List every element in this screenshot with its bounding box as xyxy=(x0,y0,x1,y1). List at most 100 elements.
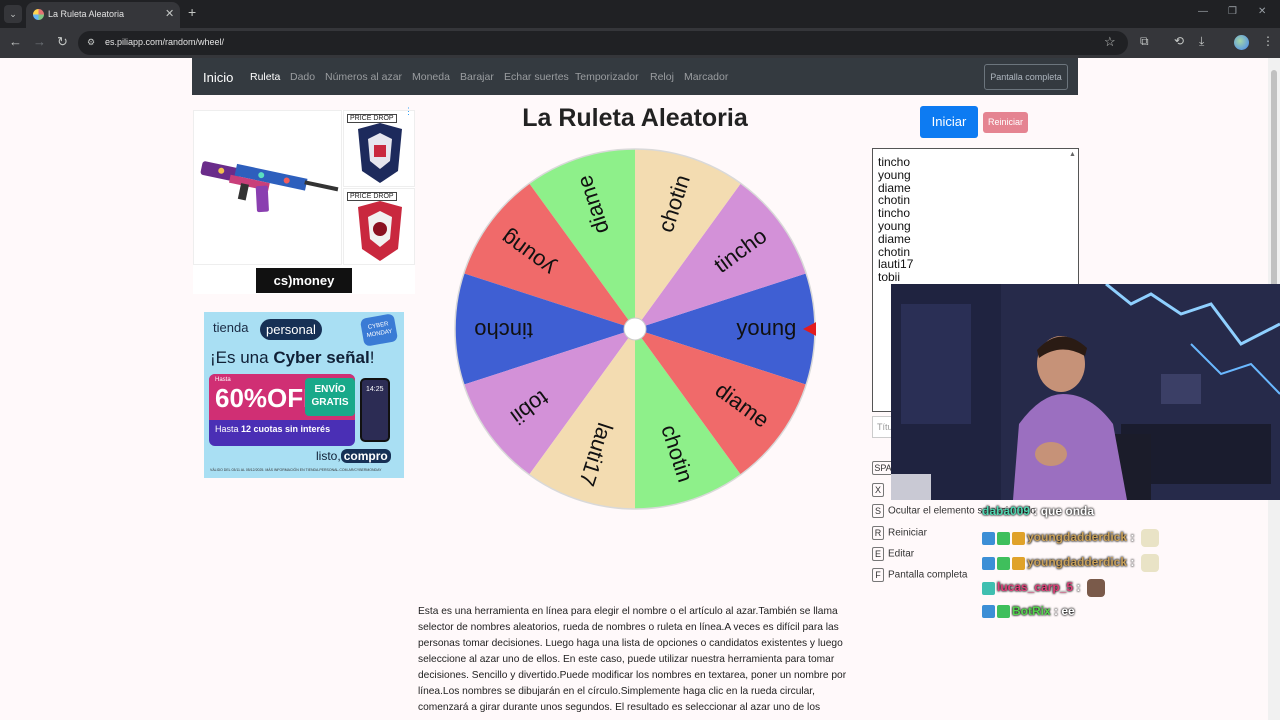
chat-message: youngdadderdick : xyxy=(982,554,1159,572)
start-button[interactable]: Iniciar xyxy=(920,106,978,138)
shortcut-edit: E Editar xyxy=(872,547,914,561)
ad-tile-2[interactable]: PRICE DROP xyxy=(343,188,415,265)
brand-link[interactable]: Inicio xyxy=(203,70,233,85)
reload-icon[interactable]: ↻ xyxy=(57,34,68,50)
name-entry: young xyxy=(878,218,911,233)
tab-search-icon[interactable]: ⌄ xyxy=(4,5,22,23)
chat-username: youngdadderdick xyxy=(1027,555,1128,570)
chat-text: ee xyxy=(1061,604,1075,618)
site-favicon-icon xyxy=(33,9,44,20)
scrollbar-thumb[interactable] xyxy=(1271,70,1277,290)
site-info-icon[interactable]: ⚙ xyxy=(87,37,95,48)
reset-button[interactable]: Reiniciar xyxy=(983,112,1028,133)
ad-offer-box: Hasta 60%OFF ENVÍO GRATIS Hasta 12 cuota… xyxy=(209,374,355,446)
cyber-monday-badge: CYBER MONDAY xyxy=(359,313,399,347)
back-icon[interactable]: ← xyxy=(9,34,22,49)
ad-phone-time: 14:25 xyxy=(366,386,384,393)
chat-badge-icon xyxy=(997,556,1010,570)
ad-brand-word: personal xyxy=(260,319,322,340)
nav-link-marcador[interactable]: Marcador xyxy=(684,71,728,83)
key-x: X xyxy=(872,483,884,497)
download-icon[interactable]: ⤓ xyxy=(1199,34,1204,49)
history-icon[interactable]: ⟲ xyxy=(1174,34,1184,48)
minimize-icon[interactable]: — xyxy=(1198,6,1208,17)
browser-menu-icon[interactable]: ⋮ xyxy=(1262,34,1274,48)
nav-link-barajar[interactable]: Barajar xyxy=(460,71,494,83)
chat-separator: : xyxy=(1127,555,1138,570)
browser-tab[interactable]: La Ruleta Aleatoria ✕ xyxy=(26,2,180,28)
ad-info-icon[interactable]: ⋮ xyxy=(404,106,413,117)
browser-tabstrip: ⌄ La Ruleta Aleatoria ✕ + — ❐ ✕ xyxy=(0,0,1280,28)
chat-separator: : xyxy=(1050,604,1062,618)
window-close-icon[interactable]: ✕ xyxy=(1258,6,1266,17)
ad-discount: 60%OFF xyxy=(215,383,320,413)
maximize-icon[interactable]: ❐ xyxy=(1228,6,1237,17)
key-f: F xyxy=(872,568,884,582)
nav-link-numeros[interactable]: Números al azar xyxy=(325,71,402,83)
wheel-hub xyxy=(623,317,647,341)
chat-badge-icon xyxy=(982,556,995,570)
wheel-segment-label: young xyxy=(736,315,796,340)
ad-csmoney[interactable]: PRICE DROP PRICE DROP ⋮ cs)money xyxy=(193,106,415,294)
chat-username: BotRix xyxy=(1012,604,1051,618)
name-entry: diame xyxy=(878,231,911,246)
nav-link-dado[interactable]: Dado xyxy=(290,71,315,83)
chat-badge-icon xyxy=(997,605,1010,619)
profile-avatar-icon[interactable] xyxy=(1234,35,1249,50)
extensions-icon[interactable]: ⧉ xyxy=(1140,34,1149,49)
shortcut-x: X xyxy=(872,483,888,497)
shortcut-reset: R Reiniciar xyxy=(872,526,927,540)
price-drop-label: PRICE DROP xyxy=(347,114,397,123)
key-e: E xyxy=(872,547,884,561)
page-content: Inicio Ruleta Dado Números al azar Moned… xyxy=(0,58,1280,720)
chat-badge-icon xyxy=(982,531,995,545)
csmoney-logo[interactable]: cs)money xyxy=(256,268,352,293)
chat-message: BotRix : ee xyxy=(982,604,1075,619)
ad-tienda-personal[interactable]: tienda personal CYBER MONDAY ¡Es una Cyb… xyxy=(204,312,404,478)
nav-link-reloj[interactable]: Reloj xyxy=(650,71,674,83)
chat-message: lucas_carp_5 : xyxy=(982,579,1105,597)
shortcut-fullscreen: F Pantalla completa xyxy=(872,568,968,582)
ad-legal-text: VÁLIDO DEL 03/11 AL 05/12/2025. MÁS INFO… xyxy=(210,468,382,472)
nav-link-temporizador[interactable]: Temporizador xyxy=(575,71,639,83)
ad-rifle-image[interactable] xyxy=(193,110,342,265)
chat-separator: : xyxy=(1127,530,1138,545)
chat-emote-icon xyxy=(1140,529,1159,547)
price-drop-label: PRICE DROP xyxy=(347,192,397,201)
tab-close-icon[interactable]: ✕ xyxy=(165,7,174,20)
site-navbar: Inicio Ruleta Dado Números al azar Moned… xyxy=(192,58,1078,95)
key-s: S xyxy=(872,504,884,518)
new-tab-icon[interactable]: + xyxy=(188,4,196,20)
chat-badge-icon xyxy=(982,605,995,619)
bookmark-star-icon[interactable]: ☆ xyxy=(1104,34,1116,50)
ad-envio-gratis: ENVÍO GRATIS xyxy=(305,378,355,416)
wheel-segment-label: tincho xyxy=(474,318,533,343)
random-wheel[interactable]: youngtinchochotindiameyoungtinchotobiila… xyxy=(454,148,816,510)
fullscreen-button[interactable]: Pantalla completa xyxy=(984,64,1068,90)
name-entry: tobii xyxy=(878,270,901,285)
ad-brand-text: tienda xyxy=(213,320,249,335)
chat-separator: : xyxy=(1073,580,1084,595)
address-bar[interactable]: ⚙ es.piliapp.com/random/wheel/ ☆ xyxy=(78,31,1128,55)
ad-listo-compro: listo, compro xyxy=(316,449,391,463)
forward-icon[interactable]: → xyxy=(33,34,46,49)
chat-separator: : xyxy=(1030,504,1041,518)
name-entry: tincho xyxy=(878,155,911,169)
nav-link-echar-suertes[interactable]: Echar suertes xyxy=(504,71,569,83)
chat-username: youngdadderdick xyxy=(1027,530,1128,545)
chat-badge-icon xyxy=(1012,531,1025,545)
chat-username: daba009 xyxy=(982,504,1031,518)
ad-discount-panel: Hasta 60%OFF ENVÍO GRATIS xyxy=(209,374,355,420)
nav-link-moneda[interactable]: Moneda xyxy=(412,71,450,83)
ad-tile-1[interactable]: PRICE DROP xyxy=(343,110,415,187)
key-r: R xyxy=(872,526,884,540)
description-text: Esta es una herramienta en línea para el… xyxy=(418,606,847,713)
browser-toolbar: ← → ↻ ⚙ es.piliapp.com/random/wheel/ ☆ ⧉… xyxy=(0,28,1280,58)
name-entry: young xyxy=(878,167,911,182)
textarea-scroll-up-icon[interactable]: ▲ xyxy=(1069,151,1076,158)
chat-message: daba009 : que onda xyxy=(982,504,1094,518)
ad-cuotas: Hasta 12 cuotas sin interés xyxy=(215,424,331,434)
nav-link-ruleta[interactable]: Ruleta xyxy=(250,71,280,83)
chat-text: que onda xyxy=(1040,504,1095,518)
chat-message: youngdadderdick : xyxy=(982,529,1159,547)
